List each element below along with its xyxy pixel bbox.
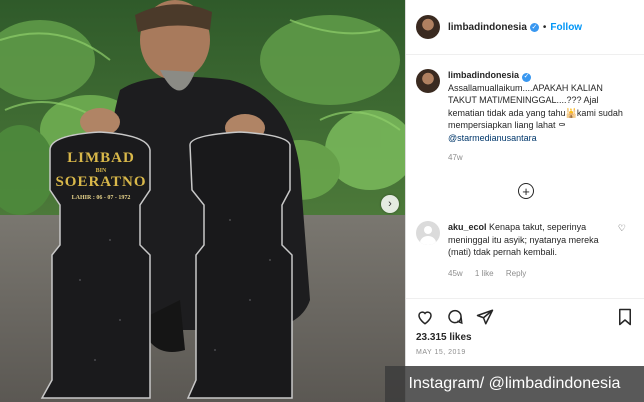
comment-reply-button[interactable]: Reply [506,269,526,278]
headstone-born: LAHIR : 06 - 07 - 1972 [71,195,131,201]
share-icon[interactable] [476,308,494,326]
post-header: limbadindonesia ✓ • Follow [406,0,644,55]
mosque-emoji: 🕌 [565,107,577,118]
comment-meta: 45w 1 like Reply [448,268,618,281]
headstone-name: LIMBAD [67,150,135,166]
comment-likes[interactable]: 1 like [475,269,494,278]
follow-button[interactable]: Follow [550,22,582,33]
comment-item: aku_ecol Kenapa takut, seperinya meningg… [416,221,636,280]
heart-icon[interactable] [416,308,434,326]
caption-body: limbadindonesia ✓ Assallamuallaikum....AP… [448,69,633,165]
comment-icon[interactable] [446,308,464,326]
verified-icon: ✓ [529,22,539,32]
mention-link[interactable]: @starmedianusantara [448,133,537,143]
comment-heart-icon[interactable]: ♡ [618,223,626,234]
avatar[interactable] [416,15,440,39]
caption-time: 47w [448,153,463,163]
caption-verified-icon: ✓ [522,72,532,82]
likes-count[interactable]: 23.315 likes [416,332,472,343]
separator-dot: • [542,21,547,33]
next-arrow-icon[interactable]: › [381,195,399,213]
headstone-father: SOERATNO [55,174,147,190]
add-comment-icon[interactable]: + [518,183,534,199]
header-username[interactable]: limbadindonesia [448,22,527,33]
watermark: Instagram/ @limbadindonesia [385,366,644,402]
caption-username[interactable]: limbadindonesia [448,70,519,80]
comment-avatar[interactable] [416,221,440,245]
post-side-panel: limbadindonesia ✓ • Follow limbadindones… [405,0,644,402]
headstone-inscription: LIMBAD BIN SOERATNO LAHIR : 06 - 07 - 19… [52,150,150,201]
caption-avatar[interactable] [416,69,440,93]
comment-time: 45w [448,268,463,278]
comment-username[interactable]: aku_ecol [448,222,487,232]
post-caption: limbadindonesia ✓ Assallamuallaikum....AP… [406,55,644,165]
post-photo[interactable]: LIMBAD BIN SOERATNO LAHIR : 06 - 07 - 19… [0,0,405,402]
photo-illustration [0,0,405,402]
post-date: MAY 15, 2019 [416,349,466,356]
comment-body: aku_ecol Kenapa takut, seperinya meningg… [448,221,618,280]
coffin-emoji: ⚰ [558,120,566,131]
bookmark-icon[interactable] [617,308,633,326]
